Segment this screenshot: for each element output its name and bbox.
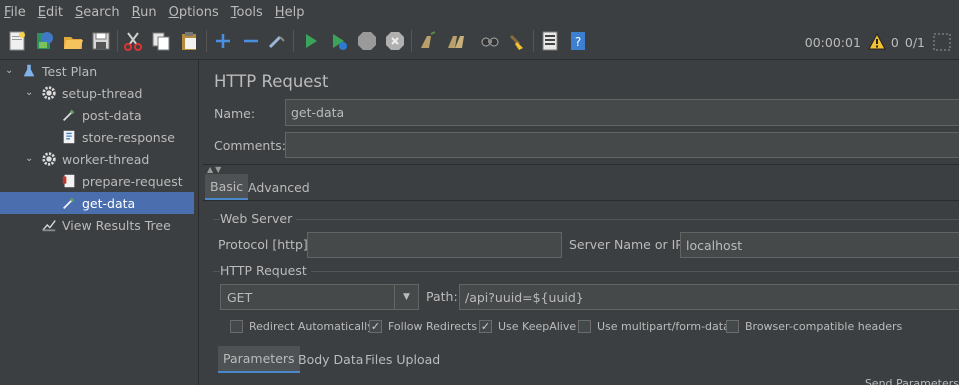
checkbox-box[interactable]: [578, 320, 591, 333]
checkbox-box[interactable]: ✓: [479, 320, 492, 333]
flask-icon: [20, 62, 38, 80]
name-field[interactable]: get-data: [285, 99, 959, 126]
copy-icon[interactable]: [149, 29, 173, 53]
name-label: Name:: [214, 106, 256, 121]
svg-text:?: ?: [575, 35, 581, 49]
start-no-pauses-icon[interactable]: [327, 29, 351, 53]
send-parameters-label: Send Parameters: [864, 377, 959, 385]
paste-icon[interactable]: [177, 29, 201, 53]
start-icon[interactable]: [299, 29, 323, 53]
tab-files-upload[interactable]: Files Upload: [360, 346, 445, 373]
use-keepalive-checkbox[interactable]: ✓ Use KeepAlive: [479, 320, 576, 333]
server-field[interactable]: localhost: [680, 232, 959, 258]
http-request-group: [213, 271, 959, 272]
collapse-icon[interactable]: [239, 29, 263, 53]
clear-icon[interactable]: [416, 29, 440, 53]
method-select[interactable]: GET ▼: [220, 284, 419, 310]
web-server-label: Web Server: [220, 211, 297, 226]
open-icon[interactable]: [61, 29, 85, 53]
tab-advanced[interactable]: Advanced: [243, 174, 315, 200]
pipette-icon: [60, 194, 78, 212]
tree-item-worker-thread[interactable]: worker-thread: [40, 148, 199, 170]
tree-item-view-results-tree[interactable]: View Results Tree: [40, 214, 199, 236]
tab-body-data[interactable]: Body Data: [293, 346, 368, 373]
protocol-field[interactable]: [307, 232, 562, 258]
thread-ratio: 0/1: [904, 34, 925, 50]
cut-icon[interactable]: [121, 29, 145, 53]
page-title: HTTP Request: [214, 72, 329, 91]
gear-icon: [40, 84, 58, 102]
thread-indicator-icon: [933, 33, 951, 51]
clear-all-icon[interactable]: [444, 29, 468, 53]
run-status: 00:00:01 0 0/1: [805, 24, 959, 60]
follow-redirects-checkbox[interactable]: ✓ Follow Redirects: [369, 320, 477, 333]
menu-file[interactable]: File: [4, 5, 26, 20]
browser-compatible-headers-checkbox[interactable]: Browser-compatible headers: [726, 320, 902, 333]
http-request-group-label: HTTP Request: [220, 263, 311, 278]
warning-count: 0: [890, 34, 899, 50]
new-icon[interactable]: [5, 29, 29, 53]
comments-label: Comments:: [214, 138, 286, 153]
chevron-down-icon[interactable]: ▼: [394, 285, 418, 309]
menu-options[interactable]: Options: [169, 5, 219, 20]
checkbox-box[interactable]: [726, 320, 739, 333]
gear-icon: [40, 150, 58, 168]
templates-icon[interactable]: [33, 29, 57, 53]
tree-item-setup-thread[interactable]: setup-thread: [40, 82, 199, 104]
web-server-group: [213, 219, 959, 220]
elapsed-time: 00:00:01: [804, 34, 861, 50]
help-icon[interactable]: ?: [566, 29, 590, 53]
tree-item-get-data[interactable]: get-data: [0, 192, 194, 214]
server-label: Server Name or IP:: [569, 237, 688, 252]
checkbox-box[interactable]: [230, 320, 243, 333]
pipette-icon: [60, 106, 78, 124]
toggle-icon[interactable]: [265, 29, 289, 53]
tree-item-prepare-request[interactable]: prepare-request: [60, 170, 199, 192]
menu-edit[interactable]: Edit: [38, 5, 63, 20]
chart-icon: [40, 216, 58, 234]
redirect-automatically-checkbox[interactable]: Redirect Automatically: [230, 320, 374, 333]
chevron-down-icon[interactable]: ⌄: [25, 153, 33, 164]
chevron-down-icon[interactable]: ⌄: [5, 65, 13, 76]
comments-field[interactable]: [285, 132, 959, 158]
stop-icon[interactable]: [355, 29, 379, 53]
toolbar: ? 00:00:01 0 0/1: [0, 24, 959, 60]
tree-item-store-response[interactable]: store-response: [60, 126, 199, 148]
checkbox-box[interactable]: ✓: [369, 320, 382, 333]
use-multipart-checkbox[interactable]: Use multipart/form-data: [578, 320, 730, 333]
search-icon[interactable]: [478, 29, 502, 53]
expand-icon[interactable]: [211, 29, 235, 53]
menu-run[interactable]: Run: [132, 5, 157, 20]
split-divider[interactable]: ▲▼: [203, 164, 959, 174]
script-icon: [60, 128, 78, 146]
chevron-down-icon[interactable]: ⌄: [25, 87, 33, 98]
http-request-panel: HTTP Request Name: get-data Comments: ▲▼…: [203, 60, 959, 385]
menu-bar: File Edit Search Run Options Tools Help: [0, 0, 959, 24]
warning-icon[interactable]: [867, 32, 887, 52]
menu-tools[interactable]: Tools: [231, 5, 263, 20]
shutdown-icon[interactable]: [383, 29, 407, 53]
save-icon[interactable]: [89, 29, 113, 53]
preprocessor-icon: [60, 172, 78, 190]
menu-help[interactable]: Help: [275, 5, 305, 20]
menu-search[interactable]: Search: [75, 5, 120, 20]
method-value: GET: [227, 289, 253, 305]
tab-parameters[interactable]: Parameters: [218, 346, 300, 373]
protocol-label: Protocol [http]:: [218, 237, 312, 252]
tree-item-post-data[interactable]: post-data: [60, 104, 199, 126]
test-plan-tree: ⌄ Test Plan ⌄ setup-thread post-data sto…: [0, 60, 199, 385]
path-field[interactable]: /api?uuid=${uuid}: [459, 284, 959, 310]
path-label: Path:: [426, 289, 458, 304]
reset-search-icon[interactable]: [506, 29, 530, 53]
tab-basic[interactable]: Basic: [205, 174, 249, 200]
function-helper-icon[interactable]: [538, 29, 562, 53]
tree-item-test-plan[interactable]: Test Plan: [20, 60, 199, 82]
